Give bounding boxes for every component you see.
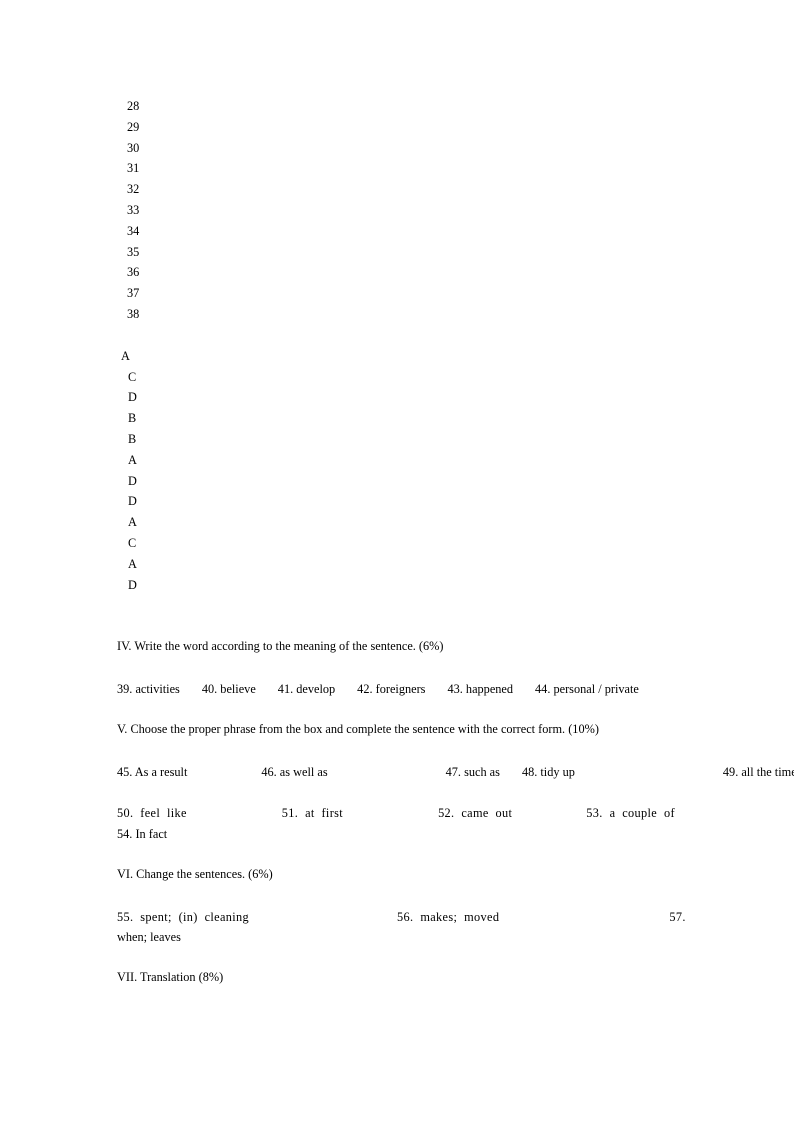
section-vii-heading: VII. Translation (8%) (117, 970, 224, 985)
section-v-answers-line-1: 45. As a result 46. as well as 47. such as… (117, 762, 794, 783)
list-item: 30 (127, 140, 140, 155)
list-item: 36 (127, 265, 140, 280)
answer-item: 57. (669, 909, 686, 924)
section-vi-answers-line-2: when; leaves (117, 930, 181, 945)
answer-item: 42. foreigners (357, 682, 426, 697)
answer-item: 44. personal / private (535, 682, 639, 697)
document-content: 28 29 30 31 32 33 34 35 36 37 38 A C D B… (117, 96, 794, 985)
section-v: V. Choose the proper phrase from the box… (117, 721, 794, 844)
answer-item: 53. a couple of (586, 805, 675, 820)
section-vi-answers-line-1: 55. spent; (in) cleaning 56. makes; moved… (117, 907, 685, 928)
answer-item: 50. feel like (117, 805, 187, 820)
list-item: 38 (127, 306, 140, 321)
list-item: B (128, 411, 137, 426)
answer-item: 56. makes; moved (397, 909, 500, 924)
answer-item: 55. spent; (in) cleaning (117, 909, 250, 924)
list-item: D (128, 390, 137, 405)
list-item: 31 (127, 161, 140, 176)
list-item: C (128, 535, 137, 550)
list-item: A (128, 452, 137, 467)
section-iv-heading: IV. Write the word according to the mean… (117, 639, 444, 654)
list-item: A (128, 556, 137, 571)
answer-item: 49. all the time (722, 765, 794, 780)
answer-item: 52. came out (438, 805, 513, 820)
section-vi: VI. Change the sentences. (6%) 55. spent… (117, 866, 685, 949)
section-v-answers-line-2: 50. feel like 51. at first 52. came out 53.… (117, 803, 677, 824)
answer-item: 45. As a result (117, 765, 188, 780)
answer-item: 40. believe (201, 682, 256, 697)
list-item: 29 (127, 119, 140, 134)
answer-item: 48. tidy up (521, 765, 575, 780)
list-item: D (128, 577, 137, 592)
list-item: B (128, 431, 137, 446)
list-item: D (128, 473, 137, 488)
list-item: A (121, 348, 130, 363)
document-page: 28 29 30 31 32 33 34 35 36 37 38 A C D B… (0, 0, 794, 1123)
section-iv-answers: 39. activities 40. believe 41. develop 42. … (117, 679, 677, 700)
numbered-answer-list: 28 29 30 31 32 33 34 35 36 37 38 (117, 96, 677, 325)
list-item: 34 (127, 223, 140, 238)
section-v-heading: V. Choose the proper phrase from the box… (117, 722, 599, 737)
answer-item: 43. happened (447, 682, 514, 697)
section-iv: IV. Write the word according to the mean… (117, 638, 677, 700)
lettered-answer-list: A C D B B A D D A C A D (117, 346, 677, 596)
section-v-answers-line-3: 54. In fact (117, 826, 168, 841)
list-item: D (128, 494, 137, 509)
list-item: 28 (127, 99, 140, 113)
list-item: C (128, 369, 137, 384)
list-item: A (128, 515, 137, 530)
list-item: 35 (127, 244, 140, 259)
answer-item: 51. at first (281, 805, 344, 820)
answer-item: 39. activities (117, 682, 180, 697)
list-item: 32 (127, 182, 140, 197)
answer-item: 46. as well as (261, 765, 328, 780)
list-item: 37 (127, 286, 140, 301)
answer-item: 41. develop (277, 682, 336, 697)
list-item: 33 (127, 202, 140, 217)
answer-item: 47. such as (445, 765, 500, 780)
section-vi-heading: VI. Change the sentences. (6%) (117, 866, 273, 881)
section-vii: VII. Translation (8%) (117, 969, 677, 985)
